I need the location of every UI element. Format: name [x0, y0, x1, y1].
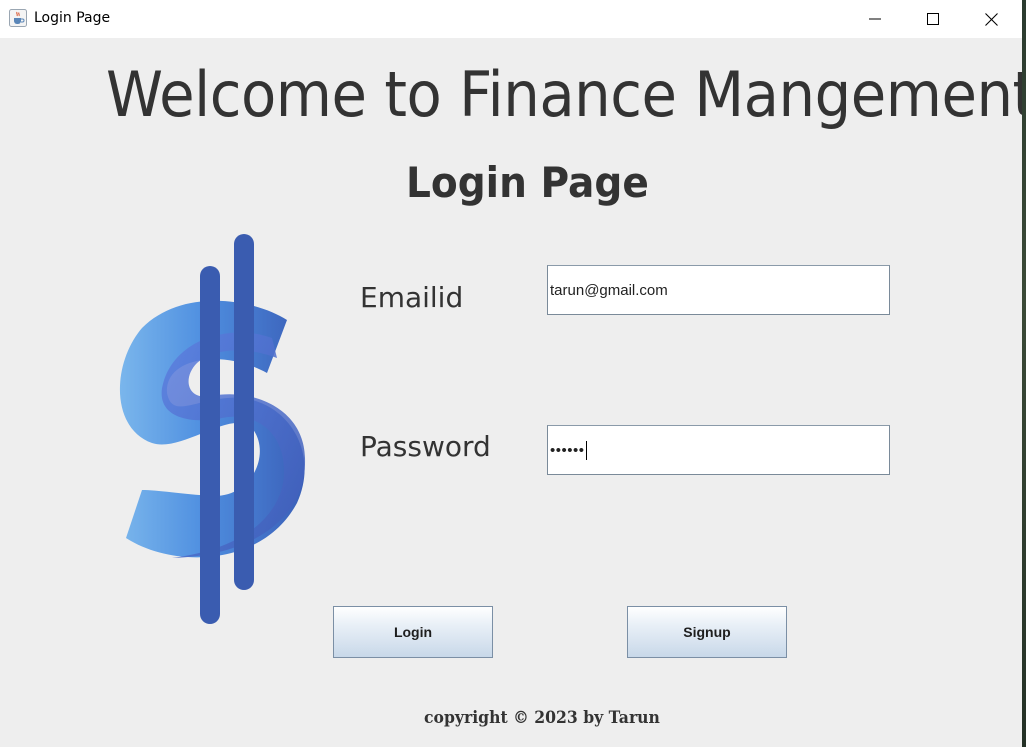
password-field[interactable]: ••••••	[547, 425, 890, 475]
desktop-background	[1022, 0, 1026, 747]
text-caret	[585, 440, 587, 460]
window-title: Login Page	[34, 10, 111, 26]
close-button[interactable]	[962, 0, 1020, 38]
minimize-icon	[869, 18, 881, 20]
maximize-icon	[927, 13, 939, 25]
email-value: tarun@gmail.com	[550, 281, 668, 299]
email-label: Emailid	[360, 281, 464, 314]
minimize-button[interactable]	[846, 0, 904, 38]
title-bar[interactable]: Login Page	[0, 0, 1022, 38]
page-title: Login Page	[406, 158, 649, 207]
maximize-button[interactable]	[904, 0, 962, 38]
password-value: ••••••	[550, 441, 585, 459]
dollar-sign-icon	[119, 234, 306, 624]
copyright-text: copyright © 2023 by Tarun	[424, 708, 660, 728]
login-button[interactable]: Login	[333, 606, 493, 658]
java-cup-icon	[9, 9, 27, 27]
login-window: Login Page Welcome to Finance Mangement …	[0, 0, 1022, 747]
welcome-heading: Welcome to Finance Mangement	[106, 58, 1022, 131]
email-field[interactable]: tarun@gmail.com	[547, 265, 890, 315]
signup-button[interactable]: Signup	[627, 606, 787, 658]
password-label: Password	[360, 430, 491, 463]
close-icon	[984, 12, 998, 26]
